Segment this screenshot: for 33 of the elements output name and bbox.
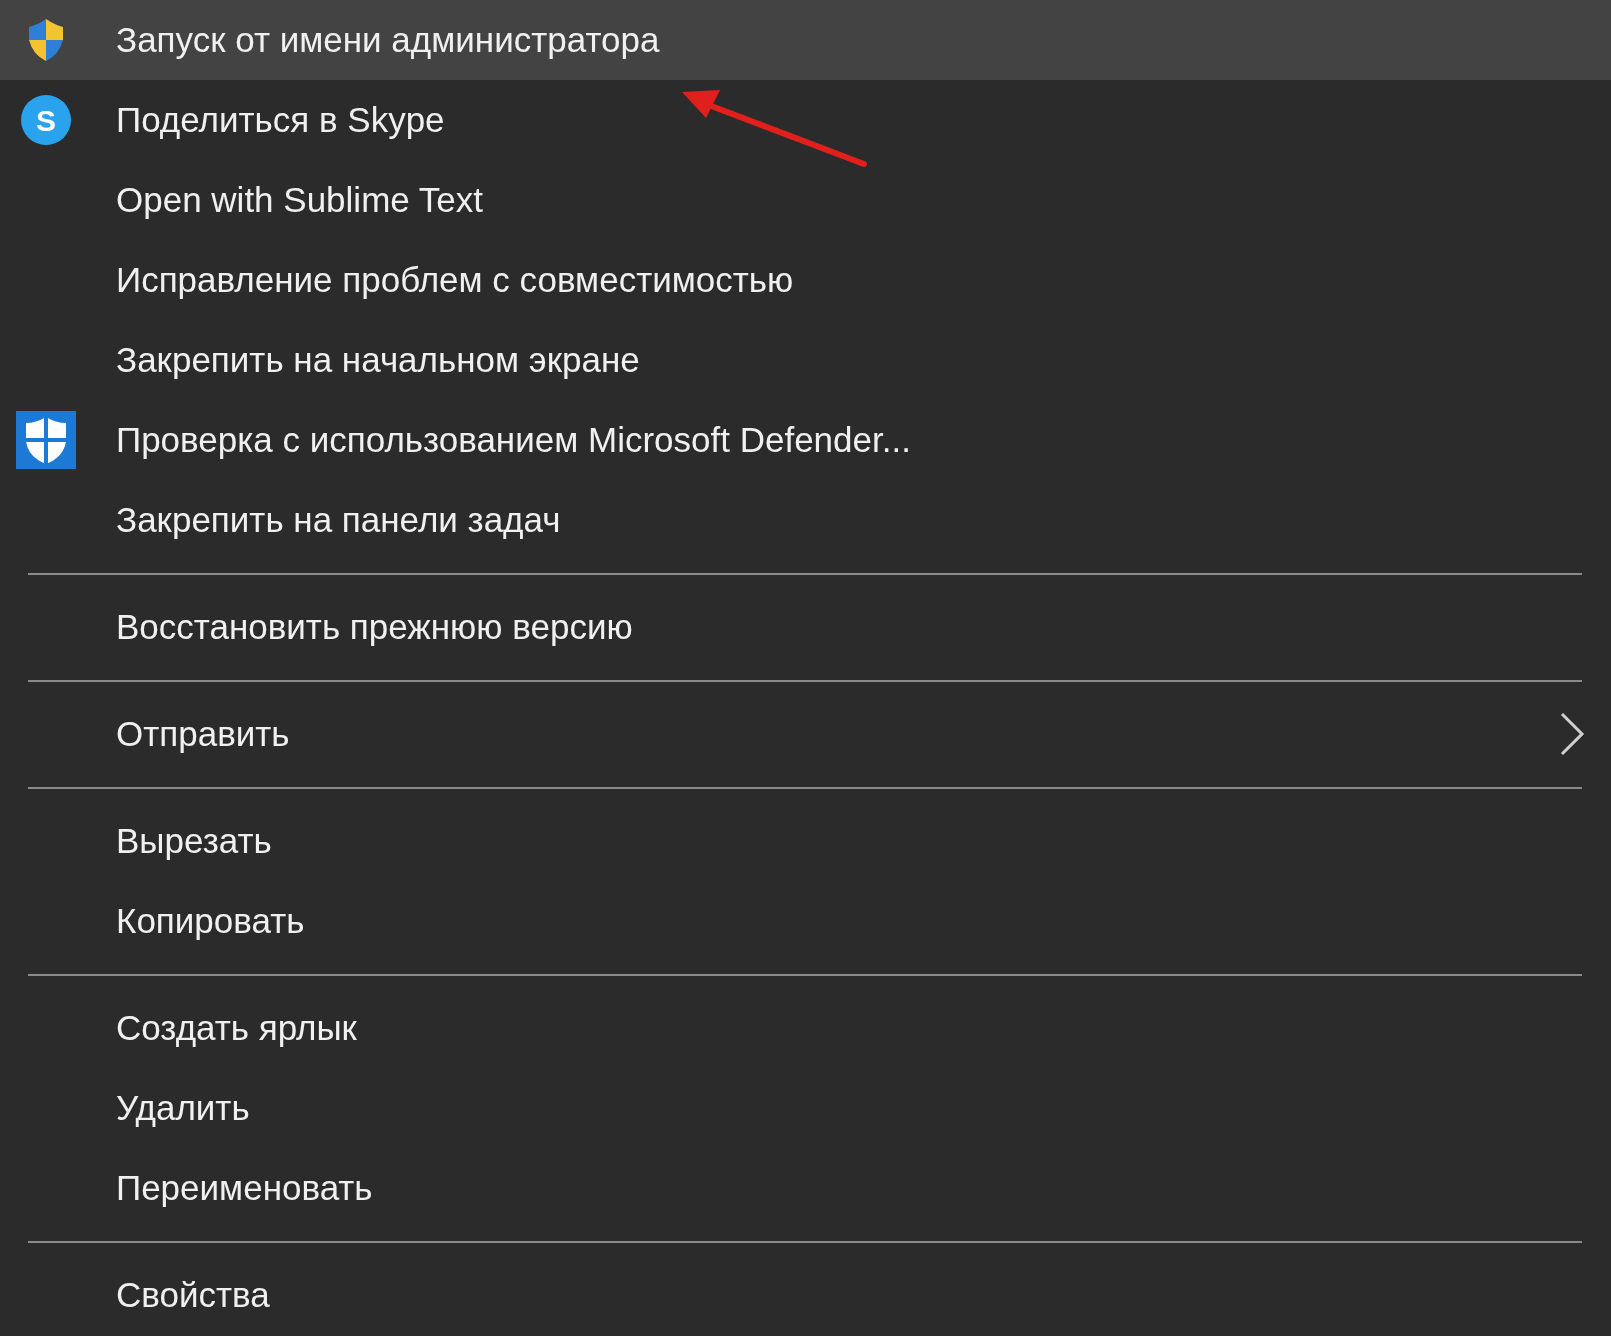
menu-item-label: Свойства	[116, 1273, 270, 1316]
menu-item-label: Копировать	[116, 899, 305, 942]
menu-item[interactable]: Удалить	[0, 1068, 1611, 1148]
menu-item[interactable]: Вырезать	[0, 801, 1611, 881]
menu-item[interactable]: Запуск от имени администратора	[0, 0, 1611, 80]
menu-item[interactable]: Open with Sublime Text	[0, 160, 1611, 240]
menu-item-label: Вырезать	[116, 819, 272, 862]
menu-item-label: Восстановить прежнюю версию	[116, 605, 633, 648]
menu-item[interactable]: Копировать	[0, 881, 1611, 961]
menu-item-label: Проверка с использованием Microsoft Defender...	[116, 418, 911, 461]
menu-item[interactable]: Свойства	[0, 1255, 1611, 1335]
menu-item[interactable]: Создать ярлык	[0, 988, 1611, 1068]
menu-item[interactable]: Отправить	[0, 694, 1611, 774]
menu-item[interactable]: Закрепить на панели задач	[0, 480, 1611, 560]
menu-item[interactable]: Исправление проблем с совместимостью	[0, 240, 1611, 320]
menu-item-label: Исправление проблем с совместимостью	[116, 258, 794, 301]
menu-item[interactable]: S Поделиться в Skype	[0, 80, 1611, 160]
menu-item-label: Закрепить на начальном экране	[116, 338, 640, 381]
menu-item[interactable]: Закрепить на начальном экране	[0, 320, 1611, 400]
menu-item-label: Open with Sublime Text	[116, 178, 484, 221]
menu-item-label: Отправить	[116, 712, 290, 755]
shield-icon	[16, 411, 76, 469]
menu-item-label: Переименовать	[116, 1166, 373, 1209]
menu-item-label: Удалить	[116, 1086, 250, 1129]
menu-item[interactable]: Проверка с использованием Microsoft Defender...	[0, 400, 1611, 480]
menu-item-label: Создать ярлык	[116, 1006, 357, 1049]
menu-item[interactable]: Восстановить прежнюю версию	[0, 587, 1611, 667]
menu-item-label: Закрепить на панели задач	[116, 498, 561, 541]
menu-item-label: Запуск от имени администратора	[116, 18, 660, 61]
chat-app-icon: S	[21, 95, 71, 145]
chevron-right-icon	[1559, 712, 1585, 756]
menu-item-label: Поделиться в Skype	[116, 98, 445, 141]
menu-item[interactable]: Переименовать	[0, 1148, 1611, 1228]
